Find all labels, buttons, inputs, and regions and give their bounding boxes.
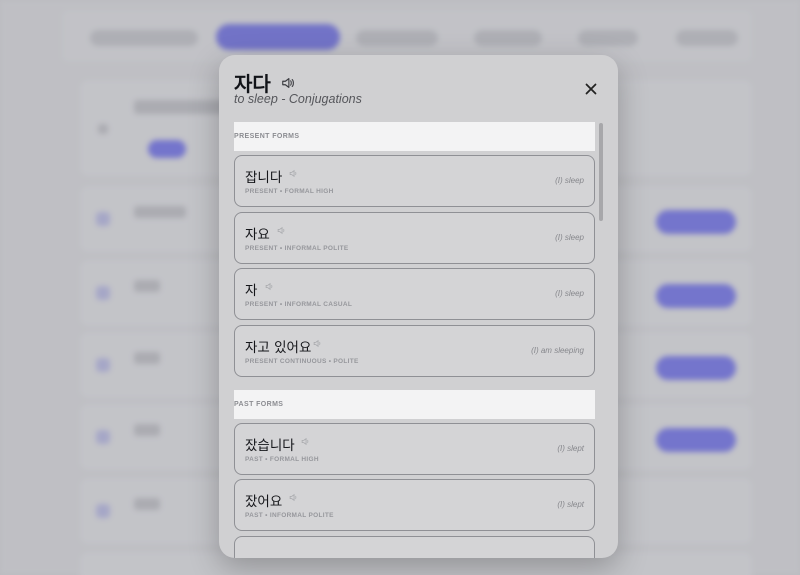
conjugation-english: (I) slept: [557, 443, 584, 453]
conjugations-modal: 자다 to sleep - Conjugations PRESENT FORMS…: [219, 55, 618, 558]
modal-scrollbar[interactable]: [599, 123, 603, 221]
section-heading-past: PAST FORMS: [234, 389, 595, 419]
conjugation-korean: 잤습니다: [245, 437, 295, 454]
speaker-icon[interactable]: [301, 437, 310, 446]
speaker-icon[interactable]: [289, 169, 298, 178]
conjugation-item[interactable]: 잤습니다 PAST • FORMAL HIGH (I) slept: [234, 422, 595, 475]
conjugation-korean: 자고 있어요: [245, 339, 312, 356]
section-heading-label: PAST FORMS: [234, 400, 284, 408]
conjugation-form: PRESENT • FORMAL HIGH: [245, 188, 334, 195]
conjugation-korean: 잡니다: [245, 170, 283, 186]
conjugation-form: PRESENT • INFORMAL POLITE: [245, 244, 349, 252]
conjugation-item[interactable]: 잤어요 PAST • INFORMAL POLITE (I) slept: [234, 479, 595, 531]
conjugation-korean: 잤어요: [245, 494, 283, 510]
conjugation-english: (I) sleep: [555, 289, 584, 298]
conjugation-form: PRESENT CONTINUOUS • POLITE: [245, 357, 359, 365]
speaker-icon[interactable]: [289, 493, 298, 502]
conjugation-english: (I) sleep: [555, 232, 584, 242]
conjugation-korean: 자요: [245, 226, 270, 243]
speaker-icon[interactable]: [281, 76, 295, 90]
speaker-icon[interactable]: [313, 339, 322, 348]
conjugation-item[interactable]: 자요 PRESENT • INFORMAL POLITE (I) sleep: [234, 211, 595, 264]
conjugation-item[interactable]: 자고 있어요 PRESENT CONTINUOUS • POLITE (I) a…: [234, 324, 595, 377]
speaker-icon[interactable]: [265, 282, 274, 291]
conjugation-form: PAST • INFORMAL POLITE: [245, 512, 334, 519]
section-heading-label: PRESENT FORMS: [234, 133, 300, 140]
conjugation-form: PAST • FORMAL HIGH: [245, 455, 319, 463]
section-heading-present: PRESENT FORMS: [234, 122, 595, 151]
conjugation-english: (I) slept: [557, 500, 584, 509]
conjugation-item-partial[interactable]: [234, 535, 595, 558]
conjugation-form: PRESENT • INFORMAL CASUAL: [245, 301, 353, 308]
conjugation-item[interactable]: 자 PRESENT • INFORMAL CASUAL (I) sleep: [234, 268, 595, 320]
conjugation-english: (I) am sleeping: [531, 345, 584, 355]
conjugation-korean: 자: [245, 283, 258, 299]
modal-body[interactable]: PRESENT FORMS 잡니다 PRESENT • FORMAL HIGH …: [234, 122, 604, 558]
modal-header: 자다 to sleep - Conjugations: [219, 55, 618, 121]
close-icon[interactable]: [582, 80, 600, 98]
conjugation-english: (I) sleep: [555, 176, 584, 185]
speaker-icon[interactable]: [277, 226, 286, 235]
modal-subtitle: to sleep - Conjugations: [234, 92, 362, 106]
conjugation-item[interactable]: 잡니다 PRESENT • FORMAL HIGH (I) sleep: [234, 155, 595, 207]
